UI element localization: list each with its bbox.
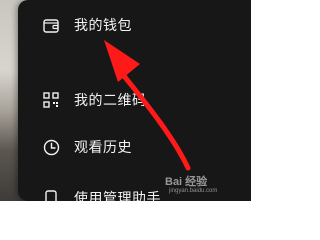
qr-code-icon xyxy=(42,91,60,109)
menu-item-label: 我的二维码 xyxy=(74,93,147,109)
menu-item-watch-history[interactable]: 观看历史 xyxy=(18,127,251,167)
menu-item-label: 我的钱包 xyxy=(74,18,132,34)
side-drawer-menu: 我的钱包 我的二维码 观看历史 使用管理助手 xyxy=(18,0,251,201)
clock-icon xyxy=(42,138,60,156)
menu-item-label: 使用管理助手 xyxy=(74,191,161,201)
menu-item-qr-code[interactable]: 我的二维码 xyxy=(18,80,251,120)
menu-item-wallet[interactable]: 我的钱包 xyxy=(18,5,251,45)
menu-item-usage-assistant[interactable]: 使用管理助手 xyxy=(18,178,251,201)
wallet-icon xyxy=(42,16,60,34)
menu-item-label: 观看历史 xyxy=(74,140,132,156)
screenshot: 我的钱包 我的二维码 观看历史 使用管理助手 Bai 经验 jingyan.ba… xyxy=(0,0,251,201)
phone-icon xyxy=(42,189,60,201)
